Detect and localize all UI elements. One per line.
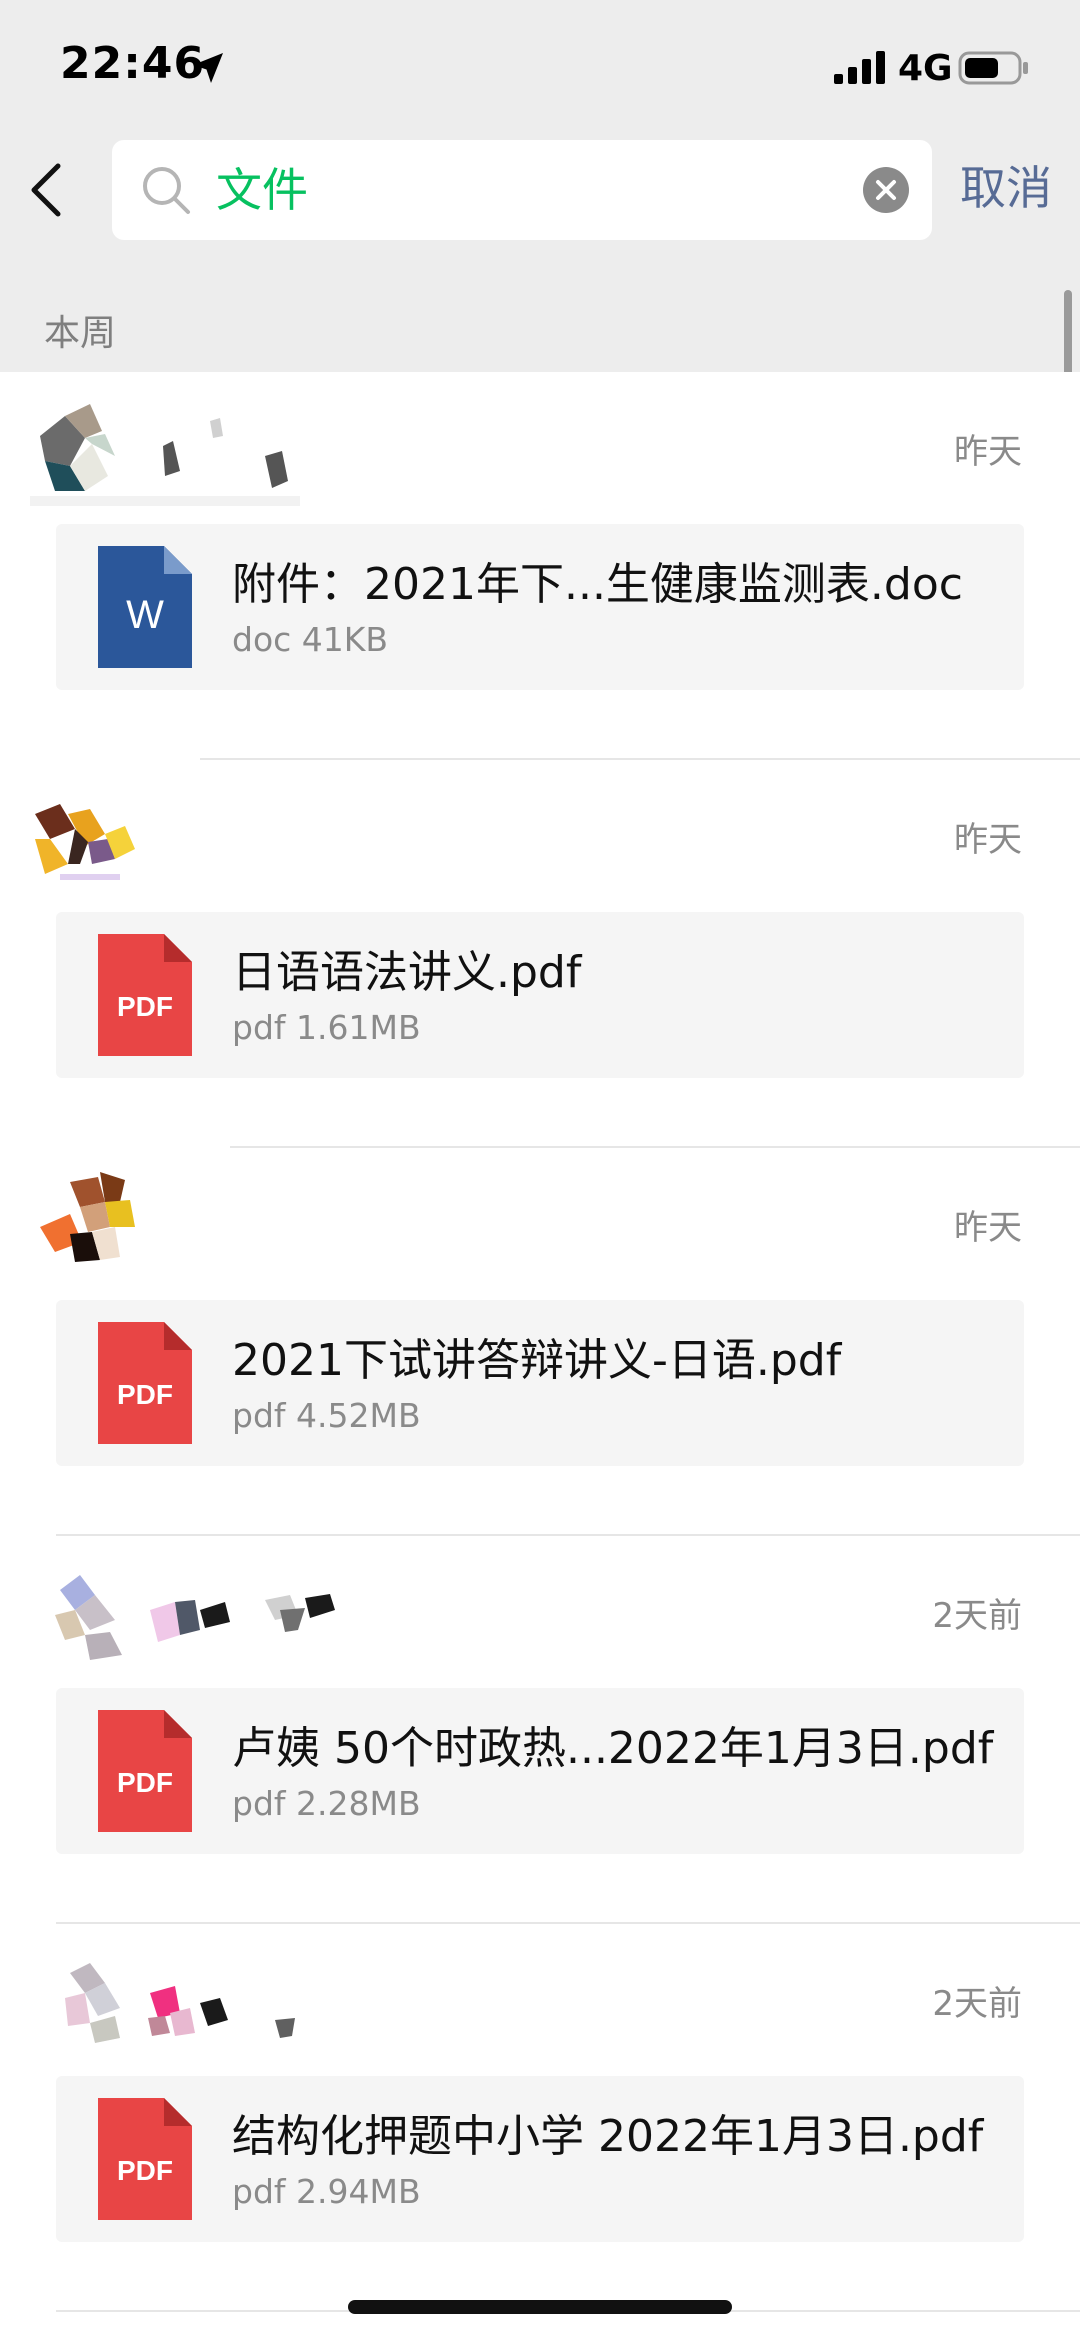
file-name: 结构化押题中小学 2022年1月3日.pdf <box>232 2111 984 2162</box>
file-card[interactable]: PDF 卢姨 50个时政热...2022年1月3日.pdf pdf 2.28MB <box>56 1688 1024 1854</box>
location-arrow-icon <box>193 53 223 83</box>
file-meta: pdf 1.61MB <box>232 1008 421 1047</box>
result-item[interactable]: 昨天 W 附件：2021年下...生健康监测表.doc doc 41KB <box>0 372 1080 760</box>
file-card[interactable]: PDF 结构化押题中小学 2022年1月3日.pdf pdf 2.94MB <box>56 2076 1024 2242</box>
status-time: 22:46 <box>60 38 206 89</box>
file-card[interactable]: W 附件：2021年下...生健康监测表.doc doc 41KB <box>56 524 1024 690</box>
result-item[interactable]: 昨天 PDF 日语语法讲义.pdf pdf 1.61MB <box>0 760 1080 1148</box>
battery-icon <box>958 51 1028 85</box>
result-time: 2天前 <box>932 1984 1022 2024</box>
sender-avatar <box>35 804 135 880</box>
pdf-file-icon: PDF <box>98 934 192 1056</box>
sender-avatar <box>65 1963 295 2043</box>
clear-search-icon[interactable] <box>862 166 910 214</box>
result-item[interactable]: 2天前 PDF 结构化押题中小学 2022年1月3日.pdf pdf 2.94M… <box>0 1924 1080 2312</box>
status-bar: 22:46 4G <box>0 0 1080 130</box>
result-time: 昨天 <box>954 1208 1022 1248</box>
pdf-file-icon: PDF <box>98 1322 192 1444</box>
file-meta: pdf 4.52MB <box>232 1396 421 1435</box>
result-item[interactable]: 昨天 PDF 2021下试讲答辩讲义-日语.pdf pdf 4.52MB <box>0 1148 1080 1536</box>
top-bar: 22:46 4G 文件 取消 本周 <box>0 0 1080 372</box>
search-field[interactable]: 文件 <box>112 140 932 240</box>
file-name: 附件：2021年下...生健康监测表.doc <box>232 559 963 610</box>
word-doc-file-icon: W <box>98 546 192 668</box>
pdf-icon-label: PDF <box>117 1767 173 1798</box>
file-card[interactable]: PDF 2021下试讲答辩讲义-日语.pdf pdf 4.52MB <box>56 1300 1024 1466</box>
sender-avatar <box>40 1172 135 1262</box>
result-time: 2天前 <box>932 1596 1022 1636</box>
file-name: 日语语法讲义.pdf <box>232 947 582 998</box>
doc-icon-letter: W <box>126 593 164 637</box>
file-name: 2021下试讲答辩讲义-日语.pdf <box>232 1335 842 1386</box>
pdf-icon-label: PDF <box>117 1379 173 1410</box>
sender-avatar <box>55 1575 335 1660</box>
back-chevron-icon[interactable] <box>22 160 72 220</box>
network-type: 4G <box>898 48 953 89</box>
pdf-file-icon: PDF <box>98 2098 192 2220</box>
home-indicator[interactable] <box>348 2300 732 2314</box>
section-title: 本周 <box>44 313 117 354</box>
pdf-icon-label: PDF <box>117 2155 173 2186</box>
file-name: 卢姨 50个时政热...2022年1月3日.pdf <box>232 1723 994 1774</box>
pdf-icon-label: PDF <box>117 991 173 1022</box>
search-input[interactable]: 文件 <box>216 160 308 220</box>
file-meta: doc 41KB <box>232 620 389 659</box>
cancel-button[interactable]: 取消 <box>960 158 1052 218</box>
file-meta: pdf 2.28MB <box>232 1784 421 1823</box>
search-icon <box>143 167 190 214</box>
section-header: 本周 <box>0 290 1080 372</box>
file-meta: pdf 2.94MB <box>232 2172 421 2211</box>
cellular-signal-icon <box>834 51 885 84</box>
result-item[interactable]: 2天前 PDF 卢姨 50个时政热...2022年1月3日.pdf pdf 2.… <box>0 1536 1080 1924</box>
sender-avatar <box>30 404 300 506</box>
result-time: 昨天 <box>954 820 1022 860</box>
file-card[interactable]: PDF 日语语法讲义.pdf pdf 1.61MB <box>56 912 1024 1078</box>
pdf-file-icon: PDF <box>98 1710 192 1832</box>
result-time: 昨天 <box>954 432 1022 472</box>
